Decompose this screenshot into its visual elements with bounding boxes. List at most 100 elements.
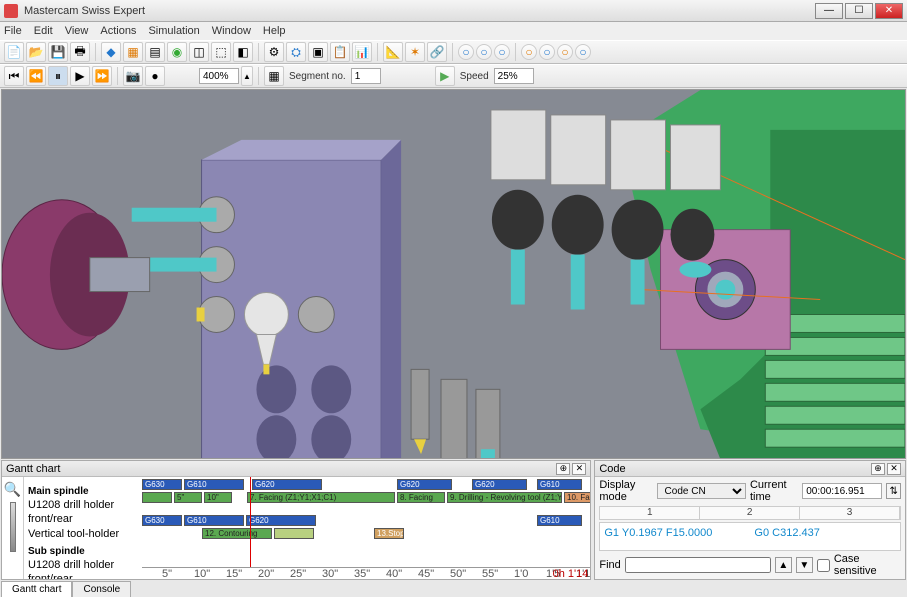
zoom-up-icon[interactable]: ▲ bbox=[241, 66, 253, 86]
sub-holder-label: U1208 drill holder front/rear bbox=[28, 558, 138, 579]
menu-actions[interactable]: Actions bbox=[100, 25, 136, 37]
record-icon[interactable]: ● bbox=[145, 66, 165, 86]
gantt-bar[interactable]: 7. Facing (Z1;Y1;X1;C1) bbox=[247, 492, 395, 503]
menu-edit[interactable]: Edit bbox=[34, 25, 53, 37]
dot6-icon[interactable]: ○ bbox=[557, 44, 573, 60]
current-time-line bbox=[250, 477, 251, 567]
gantt-bar[interactable]: 10" bbox=[204, 492, 232, 503]
menu-file[interactable]: File bbox=[4, 25, 22, 37]
menu-simulation[interactable]: Simulation bbox=[148, 25, 199, 37]
pause-icon[interactable]: ⏸ bbox=[48, 66, 68, 86]
menu-window[interactable]: Window bbox=[212, 25, 251, 37]
view-icon[interactable]: ◉ bbox=[167, 42, 187, 62]
gantt-bar[interactable]: G610 bbox=[184, 479, 244, 490]
tab-console[interactable]: Console bbox=[72, 581, 131, 597]
tool-icon[interactable]: ◆ bbox=[101, 42, 121, 62]
dot7-icon[interactable]: ○ bbox=[575, 44, 591, 60]
gantt-bar[interactable]: G620 bbox=[397, 479, 452, 490]
speed-play-icon[interactable]: ▶ bbox=[435, 66, 455, 86]
report-icon[interactable]: 📊 bbox=[352, 42, 372, 62]
play-icon[interactable]: ▶ bbox=[70, 66, 90, 86]
gantt-bar[interactable]: G610 bbox=[184, 515, 244, 526]
gantt-bar[interactable]: G630 bbox=[142, 479, 182, 490]
magnify-icon[interactable]: 🔍 bbox=[4, 481, 21, 498]
gantt-pin-icon[interactable]: ⊕ bbox=[556, 463, 570, 475]
layers-icon[interactable]: ▤ bbox=[145, 42, 165, 62]
minimize-button[interactable]: — bbox=[815, 3, 843, 19]
part-icon[interactable]: ◧ bbox=[233, 42, 253, 62]
gantt-total-time: 0h 1'14 bbox=[553, 568, 589, 579]
title-bar: Mastercam Swiss Expert — ☐ ✕ bbox=[0, 0, 907, 22]
segment-input[interactable] bbox=[351, 68, 381, 84]
sim-icon[interactable]: ⚙ bbox=[264, 42, 284, 62]
dot4-icon[interactable]: ○ bbox=[521, 44, 537, 60]
find-input[interactable] bbox=[625, 557, 771, 573]
print-icon[interactable]: 🖶 bbox=[70, 42, 90, 62]
open-icon[interactable]: 📂 bbox=[26, 42, 46, 62]
gantt-bar[interactable]: 5" bbox=[174, 492, 202, 503]
forward-icon[interactable]: ⏩ bbox=[92, 66, 112, 86]
doc-icon[interactable]: 📋 bbox=[330, 42, 350, 62]
rewind-start-icon[interactable]: ⏮ bbox=[4, 66, 24, 86]
gantt-bar[interactable]: G630 bbox=[142, 515, 182, 526]
save-icon[interactable]: 💾 bbox=[48, 42, 68, 62]
camera-icon[interactable]: 📷 bbox=[123, 66, 143, 86]
find-down-icon[interactable]: ▼ bbox=[796, 557, 813, 573]
gantt-panel: Gantt chart ⊕ ✕ 🔍 Main spindle U1208 dri… bbox=[1, 460, 591, 580]
dot2-icon[interactable]: ○ bbox=[476, 44, 492, 60]
zoom-slider[interactable] bbox=[10, 502, 16, 552]
find-up-icon[interactable]: ▲ bbox=[775, 557, 792, 573]
main-toolbar: 📄 📂 💾 🖶 ◆ ▦ ▤ ◉ ◫ ⬚ ◧ ⚙ ⛭ ▣ 📋 📊 📐 ✶ 🔗 ○ … bbox=[0, 40, 907, 64]
gantt-ruler: 5" 10" 15" 20" 25" 30" 35" 40" 45" 50" 5… bbox=[142, 567, 590, 579]
menu-view[interactable]: View bbox=[65, 25, 89, 37]
stock-icon[interactable]: ▣ bbox=[308, 42, 328, 62]
code-close-icon[interactable]: ✕ bbox=[887, 463, 901, 475]
time-spinner-icon[interactable]: ⇅ bbox=[886, 483, 901, 499]
menu-bar: File Edit View Actions Simulation Window… bbox=[0, 22, 907, 40]
display-mode-label: Display mode bbox=[599, 479, 652, 503]
menu-help[interactable]: Help bbox=[263, 25, 286, 37]
gear-icon[interactable]: ✶ bbox=[405, 42, 425, 62]
new-icon[interactable]: 📄 bbox=[4, 42, 24, 62]
code-pin-icon[interactable]: ⊕ bbox=[871, 463, 885, 475]
gantt-bar[interactable]: G610 bbox=[537, 515, 582, 526]
zoom-input[interactable] bbox=[199, 68, 239, 84]
gantt-bar[interactable]: 10. Facing bbox=[564, 492, 590, 503]
tab-gantt[interactable]: Gantt chart bbox=[1, 581, 72, 597]
cube-icon[interactable]: ⬚ bbox=[211, 42, 231, 62]
simulation-scene bbox=[2, 90, 905, 459]
main-spindle-label: Main spindle bbox=[28, 485, 138, 498]
current-time-field[interactable] bbox=[802, 483, 882, 499]
case-sensitive-checkbox[interactable] bbox=[817, 559, 830, 572]
gantt-close-icon[interactable]: ✕ bbox=[572, 463, 586, 475]
gantt-chart-area[interactable]: G630 G610 G620 G620 G620 G610 5" 10" 7. … bbox=[142, 477, 590, 579]
gantt-bar[interactable]: 12. Contouring bbox=[202, 528, 272, 539]
dot1-icon[interactable]: ○ bbox=[458, 44, 474, 60]
machine-icon[interactable]: ⛭ bbox=[286, 42, 306, 62]
gantt-bar[interactable]: 8. Facing bbox=[397, 492, 445, 503]
gantt-bar[interactable]: 13.Stop bbox=[374, 528, 404, 539]
main-holder-label: U1208 drill holder front/rear bbox=[28, 498, 138, 527]
gantt-bar[interactable]: G620 bbox=[472, 479, 527, 490]
close-button[interactable]: ✕ bbox=[875, 3, 903, 19]
dot3-icon[interactable]: ○ bbox=[494, 44, 510, 60]
gantt-bar[interactable] bbox=[142, 492, 172, 503]
segment-icon[interactable]: ▦ bbox=[264, 66, 284, 86]
display-mode-select[interactable]: Code CN bbox=[657, 483, 746, 499]
code-title: Code bbox=[599, 463, 625, 475]
grid-icon[interactable]: ▦ bbox=[123, 42, 143, 62]
maximize-button[interactable]: ☐ bbox=[845, 3, 873, 19]
code-text-area[interactable]: G1 Y0.1967 F15.0000 G0 C312.437 bbox=[599, 522, 901, 551]
dot5-icon[interactable]: ○ bbox=[539, 44, 555, 60]
gantt-bar[interactable] bbox=[274, 528, 314, 539]
gantt-bar[interactable]: G620 bbox=[246, 515, 316, 526]
link-icon[interactable]: 🔗 bbox=[427, 42, 447, 62]
gantt-bar[interactable]: G620 bbox=[252, 479, 322, 490]
speed-input[interactable] bbox=[494, 68, 534, 84]
3d-viewport[interactable] bbox=[1, 89, 906, 459]
gantt-bar[interactable]: 9. Drilling - Revolving tool (Z1;Y1;X1;C… bbox=[447, 492, 562, 503]
box-icon[interactable]: ◫ bbox=[189, 42, 209, 62]
measure-icon[interactable]: 📐 bbox=[383, 42, 403, 62]
rewind-icon[interactable]: ⏪ bbox=[26, 66, 46, 86]
gantt-bar[interactable]: G610 bbox=[537, 479, 582, 490]
